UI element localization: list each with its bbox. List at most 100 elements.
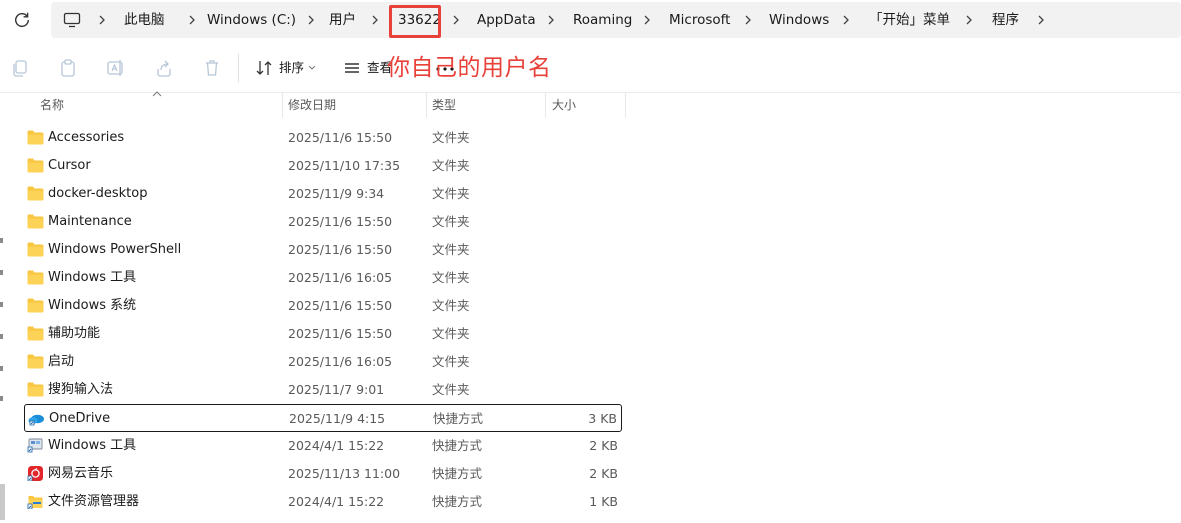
file-row[interactable]: Windows 工具 2025/11/6 16:05 文件夹: [24, 264, 622, 292]
file-row[interactable]: 网易云音乐 2025/11/13 11:00 快捷方式 2 KB: [24, 460, 622, 488]
breadcrumb-item-windows[interactable]: Windows: [769, 2, 829, 38]
file-name[interactable]: OneDrive: [49, 405, 110, 433]
nav-pane-expander[interactable]: [0, 238, 3, 243]
file-name[interactable]: 辅助功能: [48, 320, 100, 348]
file-row[interactable]: Cursor 2025/11/10 17:35 文件夹: [24, 152, 622, 180]
folder-icon: [27, 298, 44, 313]
file-name[interactable]: 文件资源管理器: [48, 488, 139, 516]
column-modified-header[interactable]: 修改日期: [288, 92, 336, 118]
file-name[interactable]: 网易云音乐: [48, 460, 113, 488]
netease-music-icon: [27, 466, 43, 481]
file-name[interactable]: Accessories: [48, 124, 124, 152]
chevron-right-icon: [548, 15, 554, 25]
chevron-right-icon: [189, 15, 195, 25]
breadcrumb-item-start-menu[interactable]: 「开始」菜单: [869, 2, 950, 38]
file-name[interactable]: 启动: [48, 348, 74, 376]
file-type: 快捷方式: [433, 411, 484, 426]
chevron-down-icon[interactable]: [308, 65, 316, 71]
file-name[interactable]: docker-desktop: [48, 180, 147, 208]
file-row[interactable]: Accessories 2025/11/6 15:50 文件夹: [24, 124, 622, 152]
file-name[interactable]: Windows 工具: [48, 432, 136, 460]
file-type: 文件夹: [432, 158, 470, 173]
file-modified: 2025/11/9 9:34: [288, 186, 385, 201]
file-name[interactable]: Maintenance: [48, 208, 132, 236]
file-modified: 2025/11/9 4:15: [289, 411, 386, 426]
sort-icon[interactable]: [254, 58, 274, 78]
folder-icon: [27, 382, 44, 397]
file-size: 3 KB: [588, 411, 617, 426]
file-type: 文件夹: [432, 354, 470, 369]
folder-icon: [27, 130, 44, 145]
file-row[interactable]: 文件资源管理器 2024/4/1 15:22 快捷方式 1 KB: [24, 488, 622, 516]
breadcrumb-item-programs[interactable]: 程序: [992, 2, 1019, 38]
nav-pane-expander[interactable]: [0, 302, 3, 307]
breadcrumb-item-this-pc[interactable]: 此电脑: [124, 2, 165, 38]
file-explorer-icon: [27, 496, 43, 509]
breadcrumb-item-microsoft[interactable]: Microsoft: [669, 2, 730, 38]
paste-icon[interactable]: [58, 58, 78, 78]
file-modified: 2024/4/1 15:22: [288, 494, 385, 509]
column-separator[interactable]: [545, 92, 546, 118]
sort-button[interactable]: 排序: [279, 44, 304, 92]
file-row[interactable]: Windows 系统 2025/11/6 15:50 文件夹: [24, 292, 622, 320]
chevron-right-icon: [644, 15, 650, 25]
file-type: 快捷方式: [432, 438, 483, 453]
file-row[interactable]: docker-desktop 2025/11/9 9:34 文件夹: [24, 180, 622, 208]
nav-pane-expander[interactable]: [0, 366, 3, 371]
folder-icon: [27, 186, 44, 201]
view-icon[interactable]: [342, 58, 362, 78]
nav-pane-expander[interactable]: [0, 396, 3, 401]
file-row[interactable]: Windows 工具 2024/4/1 15:22 快捷方式 2 KB: [24, 432, 622, 460]
file-row[interactable]: 启动 2025/11/6 16:05 文件夹: [24, 348, 622, 376]
nav-pane-expander[interactable]: [0, 334, 3, 339]
breadcrumb-item-drive-c[interactable]: Windows (C:): [207, 2, 296, 38]
chevron-right-icon[interactable]: [1036, 13, 1046, 27]
share-icon[interactable]: [154, 58, 174, 78]
refresh-icon[interactable]: [12, 10, 32, 30]
file-row[interactable]: Windows PowerShell 2025/11/6 15:50 文件夹: [24, 236, 622, 264]
rename-icon[interactable]: [106, 58, 126, 78]
file-name[interactable]: Cursor: [48, 152, 91, 180]
file-modified: 2025/11/6 16:05: [288, 270, 393, 285]
breadcrumb-item-users[interactable]: 用户: [329, 2, 356, 38]
this-pc-icon[interactable]: [63, 12, 81, 28]
annotation-text: 你自己的用户名: [387, 55, 552, 81]
windows-tools-shortcut-icon: [27, 438, 43, 453]
nav-pane-scrollbar[interactable]: [0, 484, 5, 520]
folder-icon: [27, 270, 44, 285]
file-modified: 2025/11/6 16:05: [288, 354, 393, 369]
folder-icon: [27, 214, 44, 229]
column-separator[interactable]: [426, 92, 427, 118]
command-bar: 排序 查看: [0, 44, 1181, 93]
column-type-header[interactable]: 类型: [432, 92, 456, 118]
chevron-right-icon: [372, 15, 378, 25]
chevron-right-icon: [308, 15, 314, 25]
file-row-selected[interactable]: OneDrive 2025/11/9 4:15 快捷方式 3 KB: [24, 404, 622, 432]
file-type: 文件夹: [432, 130, 470, 145]
column-size-header[interactable]: 大小: [552, 92, 576, 118]
file-name[interactable]: Windows 工具: [48, 264, 136, 292]
file-row[interactable]: Maintenance 2025/11/6 15:50 文件夹: [24, 208, 622, 236]
delete-icon[interactable]: [202, 58, 222, 78]
column-separator[interactable]: [625, 92, 626, 118]
nav-pane-expander[interactable]: [0, 270, 3, 275]
file-name[interactable]: 搜狗输入法: [48, 376, 113, 404]
column-separator[interactable]: [282, 92, 283, 118]
username-highlight-box: [389, 5, 441, 38]
file-name[interactable]: Windows 系统: [48, 292, 136, 320]
file-name[interactable]: Windows PowerShell: [48, 236, 181, 264]
column-name-header[interactable]: 名称: [40, 92, 64, 118]
file-row[interactable]: 辅助功能 2025/11/6 15:50 文件夹: [24, 320, 622, 348]
file-modified: 2025/11/10 17:35: [288, 158, 401, 173]
breadcrumb: 此电脑 Windows (C:) 用户 33622 AppData Roamin…: [51, 2, 1181, 38]
address-bar: 此电脑 Windows (C:) 用户 33622 AppData Roamin…: [0, 0, 1181, 44]
breadcrumb-item-appdata[interactable]: AppData: [477, 2, 536, 38]
column-header: 名称 修改日期 类型 大小: [0, 91, 1181, 118]
folder-icon: [27, 158, 44, 173]
file-row[interactable]: 搜狗输入法 2025/11/7 9:01 文件夹: [24, 376, 622, 404]
file-modified: 2025/11/7 9:01: [288, 382, 385, 397]
onedrive-icon: [28, 414, 44, 426]
file-modified: 2025/11/6 15:50: [288, 130, 393, 145]
breadcrumb-item-roaming[interactable]: Roaming: [573, 2, 632, 38]
copy-icon[interactable]: [10, 58, 30, 78]
